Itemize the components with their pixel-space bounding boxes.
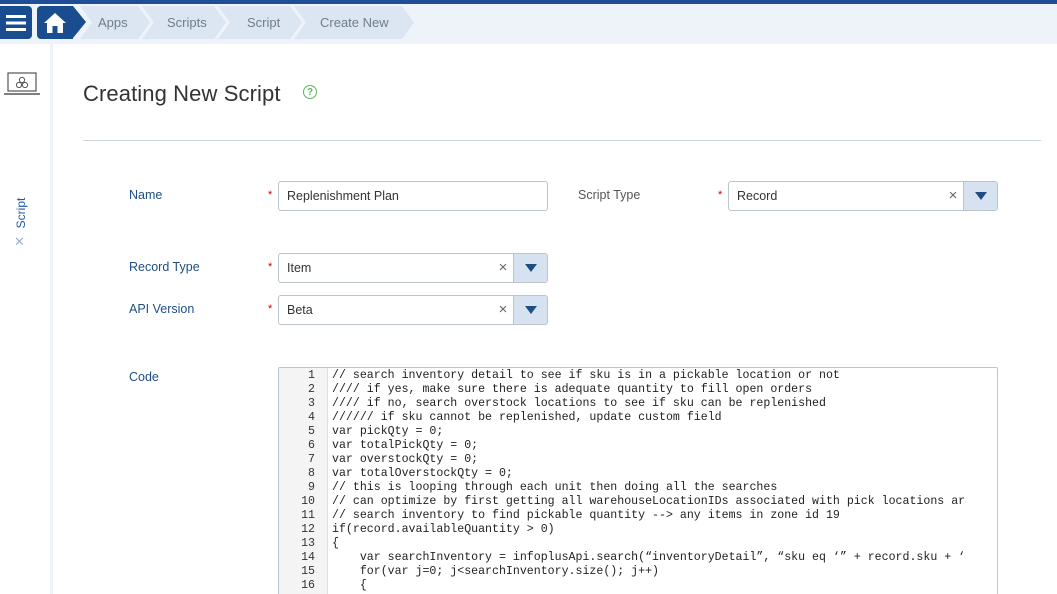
- code-text: for(var j=0; j<searchInventory.size(); j…: [332, 565, 659, 578]
- code-editor[interactable]: 1 // search inventory detail to see if sk…: [278, 367, 998, 594]
- breadcrumb-item-scripts[interactable]: Scripts: [142, 6, 226, 39]
- code-text: // search inventory to find pickable qua…: [332, 509, 840, 522]
- code-line[interactable]: 14 var searchInventory = infoplusApi.sea…: [279, 551, 997, 565]
- line-number: 11: [301, 509, 315, 522]
- code-line[interactable]: 5 var pickQty = 0;: [279, 425, 997, 439]
- code-line[interactable]: 8 var totalOverstockQty = 0;: [279, 467, 997, 481]
- line-number: 6: [308, 439, 315, 452]
- code-text: var overstockQty = 0;: [332, 453, 479, 466]
- dropdown-toggle[interactable]: [513, 254, 547, 282]
- required-marker: *: [268, 303, 273, 315]
- record-type-select[interactable]: Item ×: [278, 253, 548, 283]
- code-text: var totalPickQty = 0;: [332, 439, 479, 452]
- code-line[interactable]: 16 {: [279, 579, 997, 593]
- code-line[interactable]: 3 //// if no, search overstock locations …: [279, 397, 997, 411]
- clear-icon[interactable]: ×: [943, 182, 963, 210]
- name-field[interactable]: [278, 181, 548, 211]
- chevron-down-icon: [524, 306, 537, 314]
- required-marker: *: [268, 189, 273, 201]
- code-line[interactable]: 10 // can optimize by first getting all w…: [279, 495, 997, 509]
- code-line[interactable]: 15 for(var j=0; j<searchInventory.size()…: [279, 565, 997, 579]
- code-line[interactable]: 11 // search inventory to find pickable q…: [279, 509, 997, 523]
- script-type-value: Record: [737, 189, 778, 203]
- api-version-select[interactable]: Beta ×: [278, 295, 548, 325]
- line-number: 10: [301, 495, 315, 508]
- tab-script[interactable]: Script: [10, 194, 32, 234]
- record-type-label: Record Type: [129, 260, 200, 274]
- line-number: 9: [308, 481, 315, 494]
- laptop-icon[interactable]: [3, 72, 41, 100]
- code-lines: 1 // search inventory detail to see if sk…: [279, 369, 997, 593]
- line-number: 13: [301, 537, 315, 550]
- api-version-label: API Version: [129, 302, 195, 316]
- code-line[interactable]: 4 ////// if sku cannot be replenished, up…: [279, 411, 997, 425]
- breadcrumb-item-create-new[interactable]: Create New: [294, 6, 414, 39]
- home-icon: [44, 12, 66, 33]
- breadcrumb-label: Script: [247, 15, 281, 30]
- dropdown-toggle[interactable]: [513, 296, 547, 324]
- code-text: // can optimize by first getting all war…: [332, 495, 966, 508]
- required-marker: *: [718, 189, 723, 201]
- page-title: Creating New Script: [83, 81, 281, 106]
- code-text: var totalOverstockQty = 0;: [332, 467, 513, 480]
- menu-button[interactable]: [0, 6, 32, 39]
- breadcrumb-label: Scripts: [167, 15, 207, 30]
- code-line[interactable]: 2 //// if yes, make sure there is adequat…: [279, 383, 997, 397]
- left-sidebar: Script ✕: [0, 44, 51, 594]
- script-type-select[interactable]: Record ×: [728, 181, 998, 211]
- breadcrumb-label: Create New: [320, 15, 389, 30]
- code-text: {: [332, 579, 367, 592]
- line-number: 4: [308, 411, 315, 424]
- name-label: Name: [129, 188, 163, 202]
- line-number: 12: [301, 523, 315, 536]
- script-type-label: Script Type: [578, 188, 641, 202]
- clear-icon[interactable]: ×: [493, 296, 513, 324]
- record-type-value: Item: [287, 261, 312, 275]
- code-line[interactable]: 9 // this is looping through each unit th…: [279, 481, 997, 495]
- code-line[interactable]: 7 var overstockQty = 0;: [279, 453, 997, 467]
- api-version-value: Beta: [287, 303, 313, 317]
- code-text: // search inventory detail to see if sku…: [332, 369, 840, 382]
- dropdown-toggle[interactable]: [963, 182, 997, 210]
- line-number: 7: [308, 453, 315, 466]
- tab-script-label: Script: [14, 197, 28, 229]
- chevron-down-icon: [974, 192, 987, 200]
- code-text: var searchInventory = infoplusApi.search…: [332, 551, 966, 564]
- code-line[interactable]: 1 // search inventory detail to see if sk…: [279, 369, 997, 383]
- code-text: //// if no, search overstock locations t…: [332, 397, 826, 410]
- code-text: //// if yes, make sure there is adequate…: [332, 383, 813, 396]
- sidebar-divider: [50, 44, 53, 594]
- home-button[interactable]: [37, 6, 73, 39]
- close-icon[interactable]: ✕: [14, 234, 25, 250]
- line-number: 8: [308, 467, 315, 480]
- required-marker: *: [268, 261, 273, 273]
- code-line[interactable]: 12 if(record.availableQuantity > 0): [279, 523, 997, 537]
- title-divider: [83, 140, 1041, 141]
- menu-icon: [6, 14, 26, 31]
- chevron-down-icon: [524, 264, 537, 272]
- line-number: 2: [308, 383, 315, 396]
- breadcrumb-item-apps[interactable]: Apps: [80, 6, 150, 39]
- line-number: 16: [301, 579, 315, 592]
- line-number: 3: [308, 397, 315, 410]
- line-number: 1: [308, 369, 315, 382]
- code-label: Code: [129, 370, 159, 384]
- line-number: 5: [308, 425, 315, 438]
- code-line[interactable]: 13 {: [279, 537, 997, 551]
- breadcrumb-item-script[interactable]: Script: [218, 6, 302, 39]
- breadcrumb-label: Apps: [98, 15, 128, 30]
- code-text: {: [332, 537, 339, 550]
- help-icon[interactable]: ?: [303, 85, 317, 99]
- line-number: 15: [301, 565, 315, 578]
- code-line[interactable]: 6 var totalPickQty = 0;: [279, 439, 997, 453]
- code-text: var pickQty = 0;: [332, 425, 444, 438]
- line-number: 14: [301, 551, 315, 564]
- clear-icon[interactable]: ×: [493, 254, 513, 282]
- code-text: // this is looping through each unit the…: [332, 481, 778, 494]
- code-text: ////// if sku cannot be replenished, upd…: [332, 411, 722, 424]
- code-text: if(record.availableQuantity > 0): [332, 523, 555, 536]
